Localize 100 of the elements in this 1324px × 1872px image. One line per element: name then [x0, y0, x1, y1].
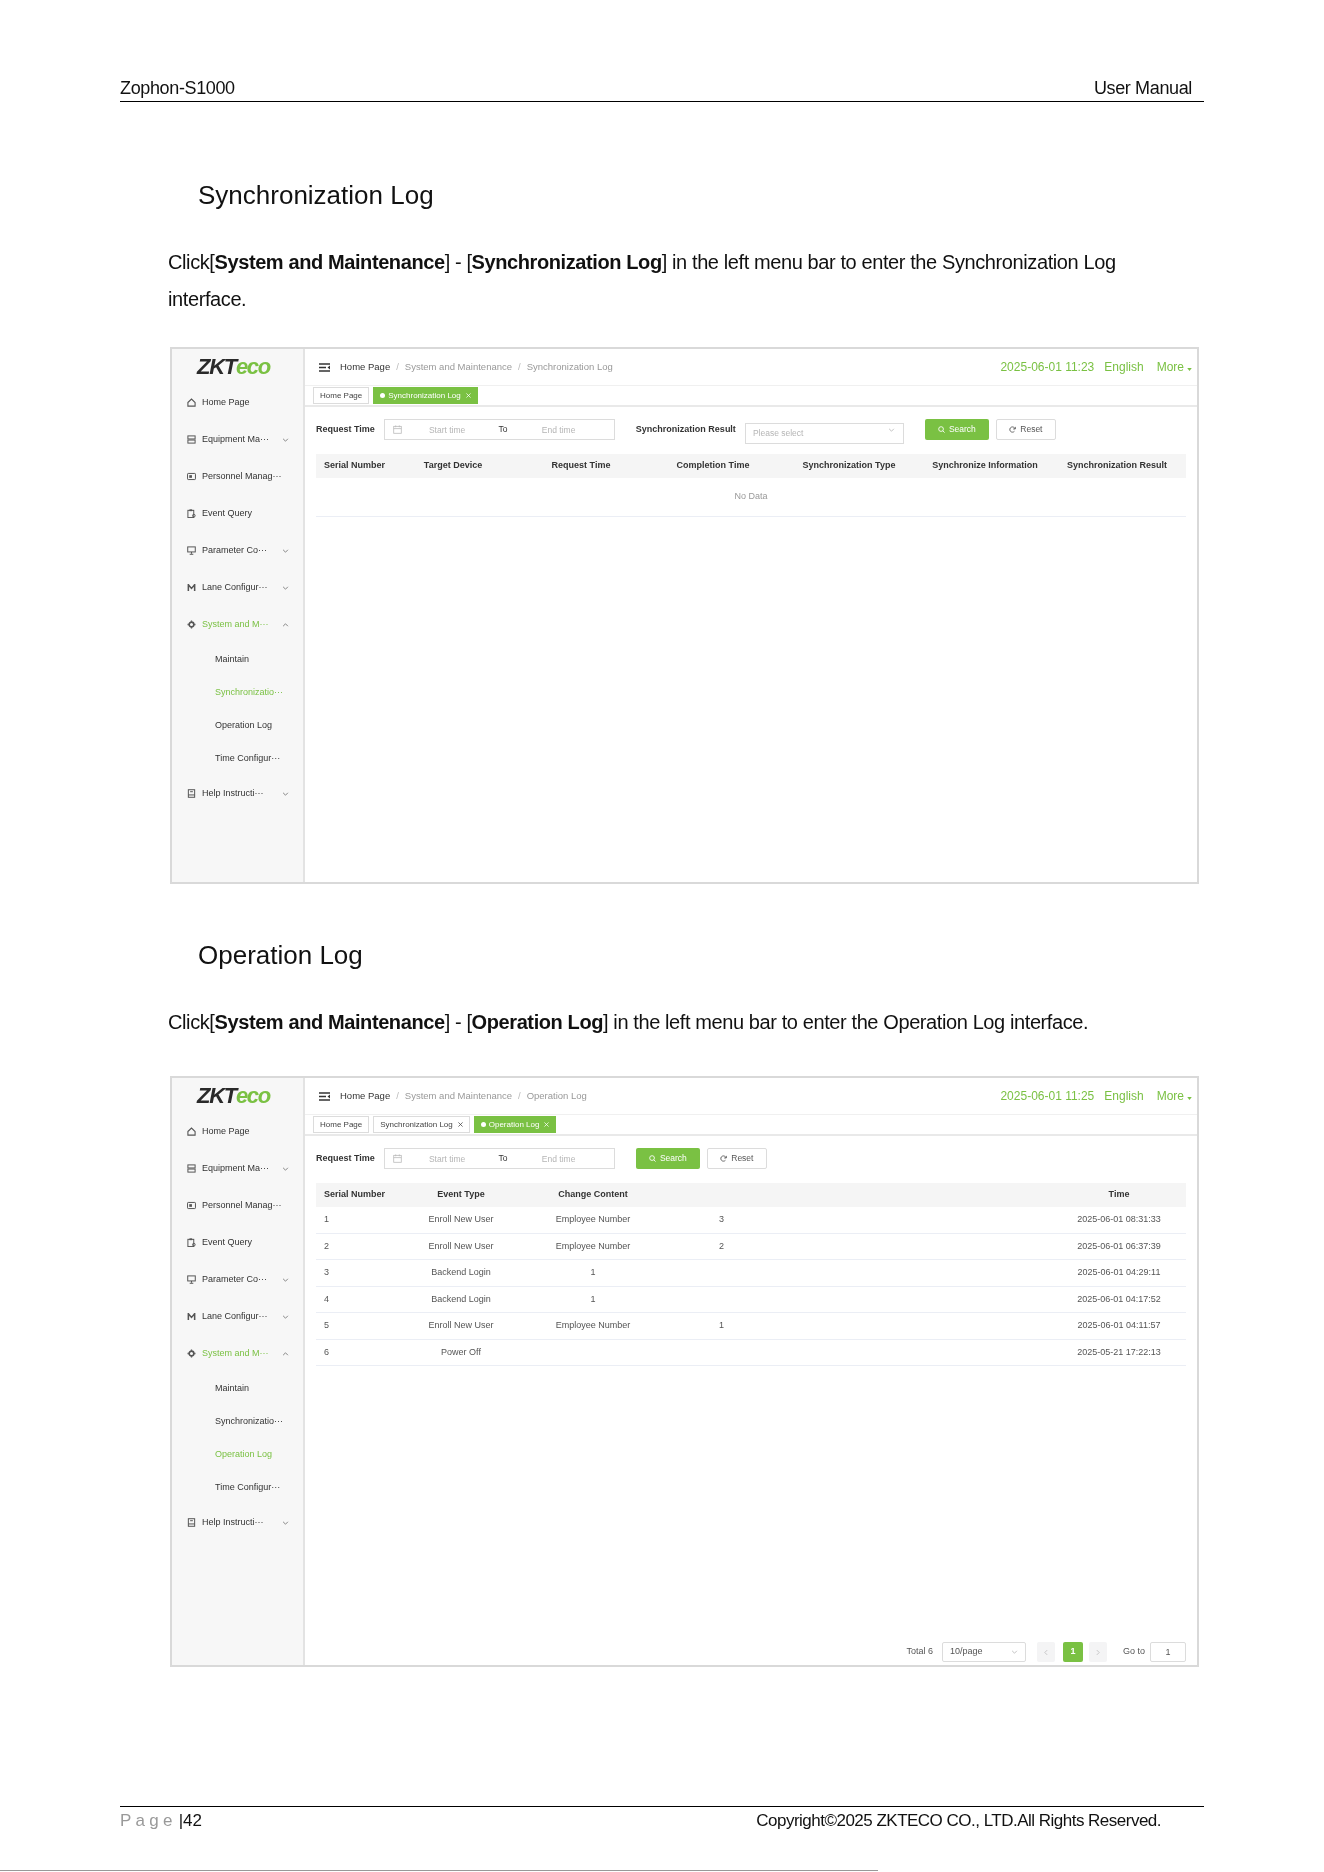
sidebar-item[interactable]: Help Instructi··· [172, 775, 303, 812]
filter-label: Synchronization Result [635, 422, 736, 436]
page-jump-input[interactable]: 1 [1150, 1642, 1186, 1662]
breadcrumb-separator: / [518, 1088, 521, 1103]
brand-logo: ZKTeco [197, 354, 270, 379]
table-cell: Employee Number [555, 1239, 631, 1253]
result-select[interactable]: Please select [744, 422, 904, 444]
page-label: Page [120, 1811, 177, 1831]
tab[interactable]: Home Page [313, 387, 370, 404]
start-time-input[interactable]: Start time [401, 422, 493, 437]
book-icon [187, 789, 196, 798]
table-cell: 6 [324, 1345, 329, 1359]
datetime-text: 2025-06-01 11:23 [1000, 359, 1095, 376]
sidebar-item[interactable]: Lane Configur··· [172, 1298, 303, 1335]
search-icon [937, 426, 945, 433]
submenu-item[interactable]: Maintain [172, 1372, 303, 1405]
sidebar-item[interactable]: Lane Configur··· [172, 569, 303, 606]
table-cell: 2 [324, 1239, 329, 1253]
brand-logo: ZKTeco [197, 1083, 270, 1108]
breadcrumb-link[interactable]: Home Page [340, 359, 391, 375]
reset-button[interactable]: Reset [995, 419, 1056, 440]
end-time-input[interactable]: End time [513, 1151, 604, 1166]
table-cell-text: 2025-06-01 04:29:11 [1077, 1266, 1161, 1279]
dot-icon [380, 393, 386, 398]
datetime-text: 2025-06-01 11:25 [1000, 1088, 1095, 1105]
document-title: User Manual [1093, 77, 1192, 99]
menu-icon[interactable] [319, 362, 330, 372]
submenu-item[interactable]: Maintain [172, 643, 303, 676]
table-cell: 2025-06-01 04:17:52 [1077, 1292, 1161, 1306]
sidebar-item[interactable]: Equipment Ma··· [172, 421, 303, 458]
clipboard-icon [187, 1238, 196, 1247]
range-separator: To [497, 1152, 509, 1165]
table-cell: 1 [590, 1292, 596, 1306]
sidebar-item[interactable]: Home Page [172, 1113, 303, 1150]
column-header: Synchronization Result [1067, 459, 1167, 473]
refresh-icon [720, 1155, 728, 1162]
sidebar-item[interactable]: Parameter Co··· [172, 532, 303, 569]
breadcrumb-link[interactable]: Home Page [340, 1088, 391, 1104]
caret-down-icon [1187, 368, 1192, 371]
clipboard-icon [187, 509, 196, 518]
menu-icon[interactable] [319, 1091, 330, 1101]
monitor-icon [187, 546, 196, 555]
chevron-down-icon [1011, 1650, 1018, 1654]
submenu-item[interactable]: Operation Log [172, 709, 303, 742]
total-count: Total 6 [906, 1645, 933, 1659]
column-header: Serial Number [324, 1188, 386, 1202]
sidebar-item[interactable]: Event Query [172, 1224, 303, 1261]
calendar-icon [392, 1154, 402, 1163]
table-cell: Backend Login [431, 1292, 491, 1306]
settings-icon [187, 1349, 196, 1358]
table-cell: Power Off [441, 1345, 481, 1359]
section-heading: Synchronization Log [198, 180, 434, 210]
page-number: |42 [178, 1811, 203, 1831]
id-card-icon [187, 1201, 196, 1210]
table-cell-text: Employee Number [555, 1319, 631, 1332]
date-range-picker[interactable]: Start time To End time [383, 1148, 615, 1169]
table-cell-text: 3 [719, 1213, 724, 1226]
submenu-item[interactable]: Synchronizatio··· [172, 1405, 303, 1438]
next-page-button[interactable] [1089, 1642, 1107, 1662]
intro-paragraph: Click[System and Maintenance] - [Synchronization Log] in the left menu bar to enter the Synchronization Log interface. [168, 250, 1117, 312]
gate-icon [187, 1312, 196, 1321]
sidebar-item[interactable]: Event Query [172, 495, 303, 532]
breadcrumb-separator: / [518, 359, 521, 374]
caret-down-icon [1187, 1097, 1192, 1100]
section-heading: Operation Log [198, 940, 363, 970]
search-icon [648, 1155, 656, 1162]
table-cell-text: Backend Login [431, 1266, 491, 1279]
submenu-item[interactable]: Time Configur··· [172, 742, 303, 775]
server-icon [187, 435, 196, 444]
product-name: Zophon-S1000 [120, 77, 235, 99]
sidebar-item[interactable]: Help Instructi··· [172, 1504, 303, 1541]
breadcrumb-separator: / [396, 1088, 399, 1103]
copyright-text: Copyright©2025 ZKTECO CO., LTD.All Rights Reserved. [756, 1811, 1161, 1831]
reset-button[interactable]: Reset [706, 1148, 767, 1169]
table-cell-text: 1 [324, 1213, 329, 1226]
column-header: Completion Time [676, 459, 750, 473]
sidebar-item[interactable]: Personnel Manag··· [172, 458, 303, 495]
empty-state-text: No Data [734, 490, 768, 504]
column-header: Target Device [423, 459, 483, 473]
submenu-item[interactable]: Time Configur··· [172, 1471, 303, 1504]
previous-page-button[interactable] [1037, 1642, 1055, 1662]
date-range-picker[interactable]: Start time To End time [383, 419, 615, 440]
table-cell: Enroll New User [428, 1239, 494, 1253]
close-icon[interactable] [457, 1122, 463, 1127]
filter-label: Request Time [316, 422, 375, 436]
tab[interactable]: Home Page [313, 1116, 370, 1133]
table-cell: 2 [719, 1239, 724, 1253]
column-header: Synchronization Type [802, 459, 896, 473]
breadcrumb-separator: / [396, 359, 399, 374]
sidebar-item[interactable]: Personnel Manag··· [172, 1187, 303, 1224]
page-size-select[interactable]: 10/page [942, 1642, 1026, 1662]
sidebar-item[interactable]: Equipment Ma··· [172, 1150, 303, 1187]
start-time-input[interactable]: Start time [401, 1151, 493, 1166]
end-time-input[interactable]: End time [513, 422, 604, 437]
column-header: Serial Number [324, 459, 386, 473]
sidebar-item[interactable]: Parameter Co··· [172, 1261, 303, 1298]
tab[interactable]: Synchronization Log [373, 1116, 470, 1133]
table-cell: 2025-05-21 17:22:13 [1077, 1345, 1161, 1359]
sidebar-item[interactable]: Home Page [172, 384, 303, 421]
column-header: Time [1108, 1188, 1130, 1202]
